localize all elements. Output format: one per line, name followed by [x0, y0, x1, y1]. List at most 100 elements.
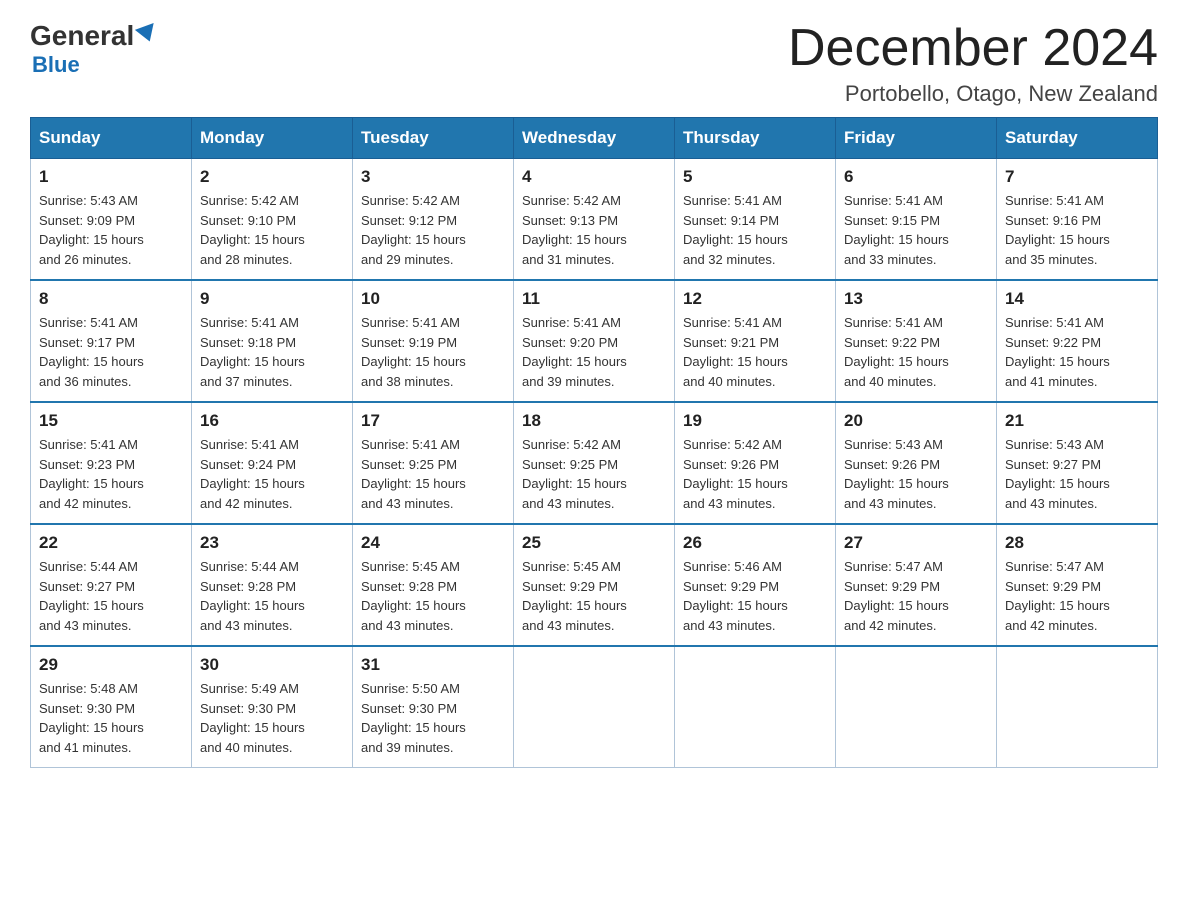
day-number: 18 [522, 411, 666, 431]
weekday-header-tuesday: Tuesday [353, 118, 514, 159]
day-number: 23 [200, 533, 344, 553]
day-info: Sunrise: 5:49 AMSunset: 9:30 PMDaylight:… [200, 679, 344, 757]
calendar-cell [675, 646, 836, 768]
day-info: Sunrise: 5:43 AMSunset: 9:27 PMDaylight:… [1005, 435, 1149, 513]
calendar-cell: 12Sunrise: 5:41 AMSunset: 9:21 PMDayligh… [675, 280, 836, 402]
day-number: 10 [361, 289, 505, 309]
day-info: Sunrise: 5:45 AMSunset: 9:28 PMDaylight:… [361, 557, 505, 635]
day-number: 24 [361, 533, 505, 553]
calendar-week-row: 15 Sunrise: 5:41 AMSunset: 9:23 PMDayligh… [31, 402, 1158, 524]
day-info: Sunrise: 5:46 AMSunset: 9:29 PMDaylight:… [683, 557, 827, 635]
day-info: Sunrise: 5:47 AMSunset: 9:29 PMDaylight:… [844, 557, 988, 635]
day-number: 2 [200, 167, 344, 187]
day-info: Sunrise: 5:41 AMSunset: 9:22 PMDaylight:… [844, 313, 988, 391]
calendar-cell: 19 Sunrise: 5:42 AMSunset: 9:26 PMDayligh… [675, 402, 836, 524]
calendar-week-row: 22 Sunrise: 5:44 AMSunset: 9:27 PMDayligh… [31, 524, 1158, 646]
day-info: Sunrise: 5:48 AMSunset: 9:30 PMDaylight:… [39, 679, 183, 757]
logo-triangle-icon [135, 23, 159, 45]
weekday-header-sunday: Sunday [31, 118, 192, 159]
calendar-cell: 15 Sunrise: 5:41 AMSunset: 9:23 PMDayligh… [31, 402, 192, 524]
calendar-cell: 10 Sunrise: 5:41 AMSunset: 9:19 PMDayligh… [353, 280, 514, 402]
calendar-cell [836, 646, 997, 768]
calendar-cell: 21 Sunrise: 5:43 AMSunset: 9:27 PMDayligh… [997, 402, 1158, 524]
day-info: Sunrise: 5:41 AMSunset: 9:16 PMDaylight:… [1005, 191, 1149, 269]
day-info: Sunrise: 5:44 AMSunset: 9:27 PMDaylight:… [39, 557, 183, 635]
day-number: 3 [361, 167, 505, 187]
calendar-cell: 20Sunrise: 5:43 AMSunset: 9:26 PMDayligh… [836, 402, 997, 524]
day-number: 12 [683, 289, 827, 309]
calendar-cell: 27Sunrise: 5:47 AMSunset: 9:29 PMDayligh… [836, 524, 997, 646]
calendar-cell [997, 646, 1158, 768]
calendar-week-row: 1 Sunrise: 5:43 AMSunset: 9:09 PMDaylight… [31, 159, 1158, 281]
day-number: 20 [844, 411, 988, 431]
day-number: 19 [683, 411, 827, 431]
day-number: 11 [522, 289, 666, 309]
day-info: Sunrise: 5:42 AMSunset: 9:26 PMDaylight:… [683, 435, 827, 513]
day-number: 8 [39, 289, 183, 309]
day-info: Sunrise: 5:42 AMSunset: 9:25 PMDaylight:… [522, 435, 666, 513]
day-number: 29 [39, 655, 183, 675]
calendar-cell: 7 Sunrise: 5:41 AMSunset: 9:16 PMDaylight… [997, 159, 1158, 281]
day-info: Sunrise: 5:41 AMSunset: 9:14 PMDaylight:… [683, 191, 827, 269]
calendar-cell: 25Sunrise: 5:45 AMSunset: 9:29 PMDayligh… [514, 524, 675, 646]
calendar-cell: 29 Sunrise: 5:48 AMSunset: 9:30 PMDayligh… [31, 646, 192, 768]
calendar-cell: 23 Sunrise: 5:44 AMSunset: 9:28 PMDayligh… [192, 524, 353, 646]
calendar-week-row: 29 Sunrise: 5:48 AMSunset: 9:30 PMDayligh… [31, 646, 1158, 768]
day-number: 13 [844, 289, 988, 309]
weekday-header-wednesday: Wednesday [514, 118, 675, 159]
location-title: Portobello, Otago, New Zealand [788, 81, 1158, 107]
calendar-cell: 26Sunrise: 5:46 AMSunset: 9:29 PMDayligh… [675, 524, 836, 646]
calendar-cell: 8 Sunrise: 5:41 AMSunset: 9:17 PMDaylight… [31, 280, 192, 402]
calendar-cell: 1 Sunrise: 5:43 AMSunset: 9:09 PMDaylight… [31, 159, 192, 281]
calendar-cell: 16Sunrise: 5:41 AMSunset: 9:24 PMDayligh… [192, 402, 353, 524]
day-number: 28 [1005, 533, 1149, 553]
calendar-cell: 31 Sunrise: 5:50 AMSunset: 9:30 PMDayligh… [353, 646, 514, 768]
day-number: 1 [39, 167, 183, 187]
day-info: Sunrise: 5:41 AMSunset: 9:19 PMDaylight:… [361, 313, 505, 391]
calendar-cell: 30 Sunrise: 5:49 AMSunset: 9:30 PMDayligh… [192, 646, 353, 768]
weekday-header-thursday: Thursday [675, 118, 836, 159]
day-info: Sunrise: 5:41 AMSunset: 9:20 PMDaylight:… [522, 313, 666, 391]
calendar-cell: 5Sunrise: 5:41 AMSunset: 9:14 PMDaylight… [675, 159, 836, 281]
day-info: Sunrise: 5:42 AMSunset: 9:13 PMDaylight:… [522, 191, 666, 269]
day-info: Sunrise: 5:43 AMSunset: 9:09 PMDaylight:… [39, 191, 183, 269]
day-number: 14 [1005, 289, 1149, 309]
page-header: General Blue December 2024 Portobello, O… [30, 20, 1158, 107]
calendar-week-row: 8 Sunrise: 5:41 AMSunset: 9:17 PMDaylight… [31, 280, 1158, 402]
day-info: Sunrise: 5:41 AMSunset: 9:18 PMDaylight:… [200, 313, 344, 391]
day-info: Sunrise: 5:45 AMSunset: 9:29 PMDaylight:… [522, 557, 666, 635]
day-number: 30 [200, 655, 344, 675]
day-number: 22 [39, 533, 183, 553]
calendar-header-row: SundayMondayTuesdayWednesdayThursdayFrid… [31, 118, 1158, 159]
day-number: 31 [361, 655, 505, 675]
calendar-table: SundayMondayTuesdayWednesdayThursdayFrid… [30, 117, 1158, 768]
day-info: Sunrise: 5:44 AMSunset: 9:28 PMDaylight:… [200, 557, 344, 635]
day-number: 21 [1005, 411, 1149, 431]
day-info: Sunrise: 5:42 AMSunset: 9:12 PMDaylight:… [361, 191, 505, 269]
day-number: 7 [1005, 167, 1149, 187]
calendar-cell: 17Sunrise: 5:41 AMSunset: 9:25 PMDayligh… [353, 402, 514, 524]
day-info: Sunrise: 5:41 AMSunset: 9:24 PMDaylight:… [200, 435, 344, 513]
weekday-header-monday: Monday [192, 118, 353, 159]
calendar-cell: 2 Sunrise: 5:42 AMSunset: 9:10 PMDaylight… [192, 159, 353, 281]
day-info: Sunrise: 5:50 AMSunset: 9:30 PMDaylight:… [361, 679, 505, 757]
logo-text: General [30, 20, 157, 52]
day-info: Sunrise: 5:47 AMSunset: 9:29 PMDaylight:… [1005, 557, 1149, 635]
calendar-cell: 6Sunrise: 5:41 AMSunset: 9:15 PMDaylight… [836, 159, 997, 281]
calendar-cell: 3 Sunrise: 5:42 AMSunset: 9:12 PMDaylight… [353, 159, 514, 281]
day-number: 15 [39, 411, 183, 431]
calendar-cell: 9 Sunrise: 5:41 AMSunset: 9:18 PMDaylight… [192, 280, 353, 402]
calendar-cell: 4 Sunrise: 5:42 AMSunset: 9:13 PMDaylight… [514, 159, 675, 281]
calendar-cell: 13 Sunrise: 5:41 AMSunset: 9:22 PMDayligh… [836, 280, 997, 402]
calendar-cell: 28 Sunrise: 5:47 AMSunset: 9:29 PMDayligh… [997, 524, 1158, 646]
day-info: Sunrise: 5:41 AMSunset: 9:17 PMDaylight:… [39, 313, 183, 391]
day-info: Sunrise: 5:42 AMSunset: 9:10 PMDaylight:… [200, 191, 344, 269]
day-number: 17 [361, 411, 505, 431]
day-number: 4 [522, 167, 666, 187]
title-block: December 2024 Portobello, Otago, New Zea… [788, 20, 1158, 107]
calendar-cell: 18 Sunrise: 5:42 AMSunset: 9:25 PMDayligh… [514, 402, 675, 524]
calendar-cell: 24 Sunrise: 5:45 AMSunset: 9:28 PMDayligh… [353, 524, 514, 646]
day-number: 9 [200, 289, 344, 309]
calendar-cell [514, 646, 675, 768]
day-info: Sunrise: 5:41 AMSunset: 9:23 PMDaylight:… [39, 435, 183, 513]
